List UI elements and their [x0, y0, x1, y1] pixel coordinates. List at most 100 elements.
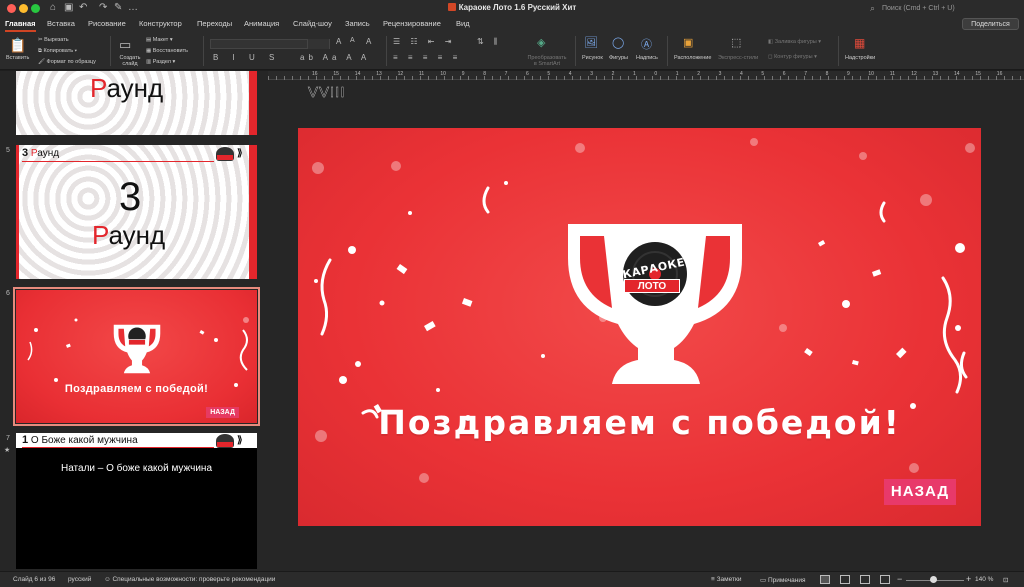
ruler-number: 5 [761, 71, 765, 77]
decrease-font-icon[interactable]: A [350, 37, 355, 44]
karaoke-logo-icon [216, 434, 234, 448]
karaoke-logo-icon [216, 147, 234, 161]
slide-thumbnail-5[interactable]: 3 Раунд ⟫ 3 Раунд [16, 145, 257, 279]
animation-star-icon: ★ [4, 447, 11, 454]
slide-number: 5 [6, 147, 10, 154]
font-color-icons[interactable]: ab Aa A A [300, 53, 370, 62]
shapes-button[interactable]: Фигуры [609, 55, 628, 61]
ruler-number: 1 [675, 71, 679, 77]
ruler-number: 12 [911, 71, 917, 77]
ruler-number: 6 [526, 71, 529, 77]
header-line [22, 161, 214, 162]
ruler-number: 2 [611, 71, 615, 77]
cut-button[interactable]: ✂ Вырезать [38, 37, 69, 43]
sorter-view-icon[interactable] [840, 575, 850, 584]
new-slide-button[interactable]: Создать слайд [116, 55, 144, 67]
notes-button[interactable]: ≡ Заметки [711, 576, 741, 583]
picture-button[interactable]: Рисунок [582, 55, 603, 61]
textbox-icon[interactable]: Ⓐ [641, 36, 652, 52]
reading-view-icon[interactable] [860, 575, 870, 584]
red-frame [249, 71, 257, 135]
tab-insert[interactable]: Вставка [47, 19, 75, 28]
slideshow-view-icon[interactable] [880, 575, 890, 584]
fill-icon: ◧ [768, 39, 775, 45]
search-field[interactable]: ⌕ Поиск (Cmd + Ctrl + U) [868, 2, 1016, 15]
layout-button[interactable]: ▤ Макет ▾ [146, 37, 173, 43]
tab-draw[interactable]: Рисование [88, 19, 126, 28]
title-bar: ⌂ ▣ ↶ ↷ ✎ … Караоке Лото 1.6 Русский Хит… [0, 0, 1024, 17]
reset-button[interactable]: ▦ Восстановить [146, 48, 188, 54]
format-painter-button[interactable]: 🖌 Формат по образцу [38, 59, 96, 65]
shape-fill-button[interactable]: ◧ Заливка фигуры ▾ [768, 39, 821, 45]
normal-view-icon[interactable] [820, 575, 830, 584]
comments-button[interactable]: ▭ Примечания [760, 576, 805, 584]
share-button[interactable]: Поделиться [962, 18, 1019, 30]
arrange-button[interactable]: Расположение [674, 55, 711, 61]
slide-thumbnail-7[interactable]: 1 О Боже какой мужчина ⟫ Натали – О боже… [16, 433, 257, 569]
back-button[interactable]: НАЗАД [884, 479, 956, 505]
slide-editor-canvas[interactable]: VVIII КАРАОКЕ ЛОТО Поздравляем с победой… [268, 80, 1024, 571]
congrats-heading[interactable]: Поздравляем с победой! [298, 403, 981, 442]
powerpoint-icon [447, 3, 456, 11]
addins-icon[interactable]: ▦ [854, 36, 865, 50]
tab-record[interactable]: Запись [345, 19, 370, 28]
trophy-logo[interactable]: КАРАОКЕ ЛОТО [566, 224, 744, 384]
textbox-button[interactable]: Надпись [636, 55, 658, 61]
ruler-number: 15 [975, 71, 981, 77]
picture-icon[interactable]: 🖼 [584, 36, 598, 49]
zoom-level[interactable]: 140 % [975, 576, 993, 583]
font-size-field[interactable] [307, 39, 329, 49]
accessibility-status[interactable]: ☺ Специальные возможности: проверьте рек… [104, 576, 275, 583]
ruler-number: 7 [804, 71, 807, 77]
tab-home[interactable]: Главная [5, 19, 36, 28]
ruler-number: 1 [633, 71, 636, 77]
tab-view[interactable]: Вид [456, 19, 470, 28]
smartart-button[interactable]: Преобразовать в SmartArt [527, 55, 567, 67]
quick-styles-icon[interactable]: ⬚ [731, 36, 741, 49]
new-slide-icon[interactable]: ▭ [119, 37, 131, 53]
copy-button[interactable]: ⧉ Копировать ▾ [38, 48, 77, 55]
arrange-icon[interactable]: ▣ [683, 36, 693, 49]
search-icon: ⌕ [870, 3, 876, 13]
zoom-in-icon[interactable]: + [966, 574, 971, 584]
ruler-number: 12 [397, 71, 404, 77]
addins-button[interactable]: Надстройки [845, 55, 875, 61]
align-icons[interactable]: ≡ ≡ ≡ ≡ ≡ [393, 53, 461, 62]
tab-design[interactable]: Конструктор [139, 19, 182, 28]
ruler-number: 14 [954, 71, 960, 77]
section-button[interactable]: ▥ Раздел ▾ [146, 59, 175, 65]
round-number: 3 [119, 175, 142, 219]
tab-review[interactable]: Рецензирование [383, 19, 441, 28]
text-direction-icons[interactable]: ⇅ ⫼ [477, 37, 502, 47]
slide-number: 7 [6, 435, 10, 442]
language-indicator[interactable]: русский [68, 576, 91, 583]
ruler-number: 6 [782, 71, 786, 77]
font-style-icons[interactable]: B I U S [213, 53, 280, 62]
zoom-slider-handle[interactable] [930, 576, 937, 583]
ruler-number: 15 [333, 71, 339, 77]
ruler-number: 0 [654, 71, 658, 77]
thumb-back-button: НАЗАД [206, 407, 239, 418]
tab-animations[interactable]: Анимация [244, 19, 279, 28]
fit-slide-icon[interactable]: ⊡ [1003, 576, 1008, 584]
slide-thumbnail-4[interactable]: Раунд [16, 71, 257, 135]
list-icons[interactable]: ☰ ☷ ⇤ ⇥ [393, 37, 455, 46]
quick-styles-button[interactable]: Экспресс-стили [718, 55, 758, 61]
slide-thumbnail-6[interactable]: Поздравляем с победой! НАЗАД [13, 287, 260, 426]
shapes-icon[interactable]: ◯ [612, 36, 624, 49]
current-slide[interactable]: КАРАОКЕ ЛОТО Поздравляем с победой! НАЗА… [298, 128, 981, 526]
paste-button[interactable]: Вставить [6, 55, 29, 61]
trophy-icon [113, 324, 161, 374]
tab-transitions[interactable]: Переходы [197, 19, 232, 28]
shape-outline-button[interactable]: ◻ Контур фигуры ▾ [768, 54, 817, 60]
slide-thumbnail-panel[interactable]: Раунд 5 3 Раунд ⟫ 3 Раунд 6 Поздравляем … [0, 71, 268, 571]
clipboard-icon[interactable]: 📋 [9, 37, 26, 54]
offslide-text[interactable]: VVIII [308, 84, 346, 101]
tab-slideshow[interactable]: Слайд-шоу [293, 19, 332, 28]
clear-format-icon[interactable]: A [366, 37, 371, 46]
increase-font-icon[interactable]: A [336, 37, 341, 46]
smartart-icon[interactable]: ◈ [537, 36, 545, 49]
ruler-number: 11 [419, 71, 425, 77]
ribbon-separator [575, 36, 576, 66]
zoom-out-icon[interactable]: − [897, 574, 902, 584]
